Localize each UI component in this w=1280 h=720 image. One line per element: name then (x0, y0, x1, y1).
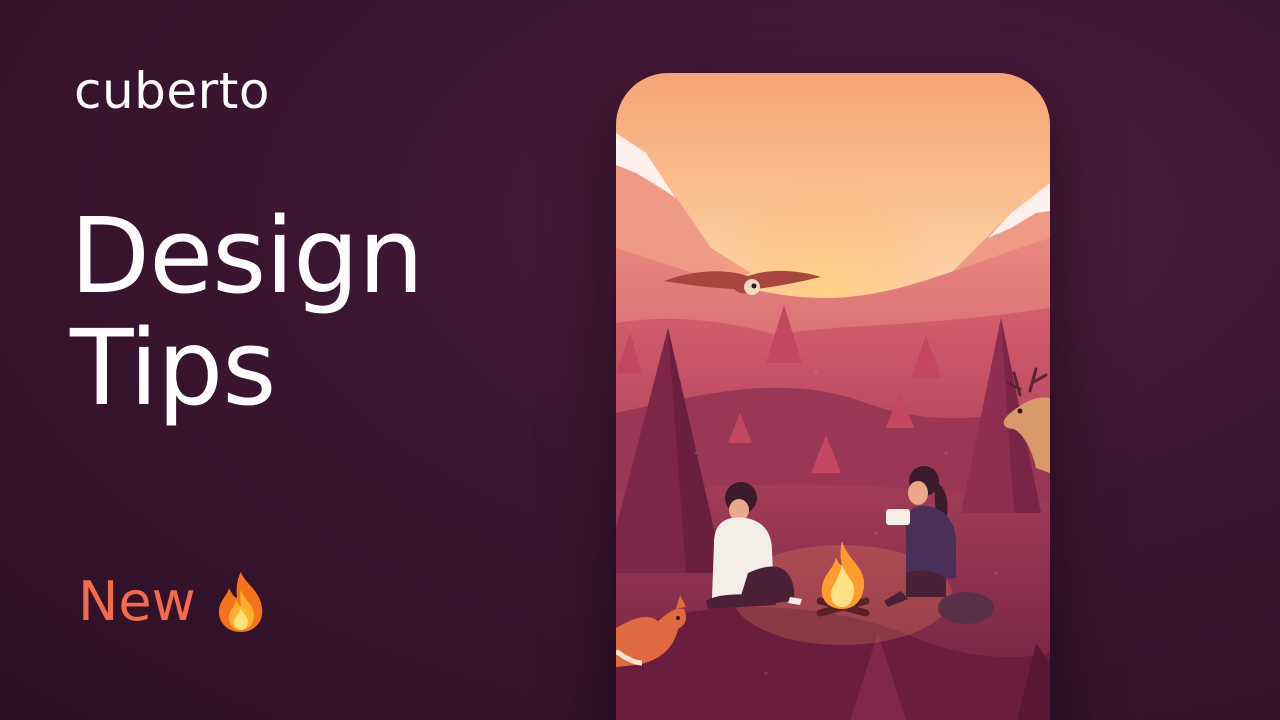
fire-icon (218, 572, 263, 632)
phone-illustration (616, 73, 1050, 720)
campfire-scene (616, 73, 1050, 720)
new-badge-label: New (78, 570, 196, 633)
new-badge: New (78, 570, 270, 634)
page-title-line-1: Design (70, 195, 424, 317)
page-title-line-2: Tips (70, 307, 276, 430)
brand-logo: cuberto (74, 62, 270, 120)
page-title: Design Tips (70, 195, 424, 430)
